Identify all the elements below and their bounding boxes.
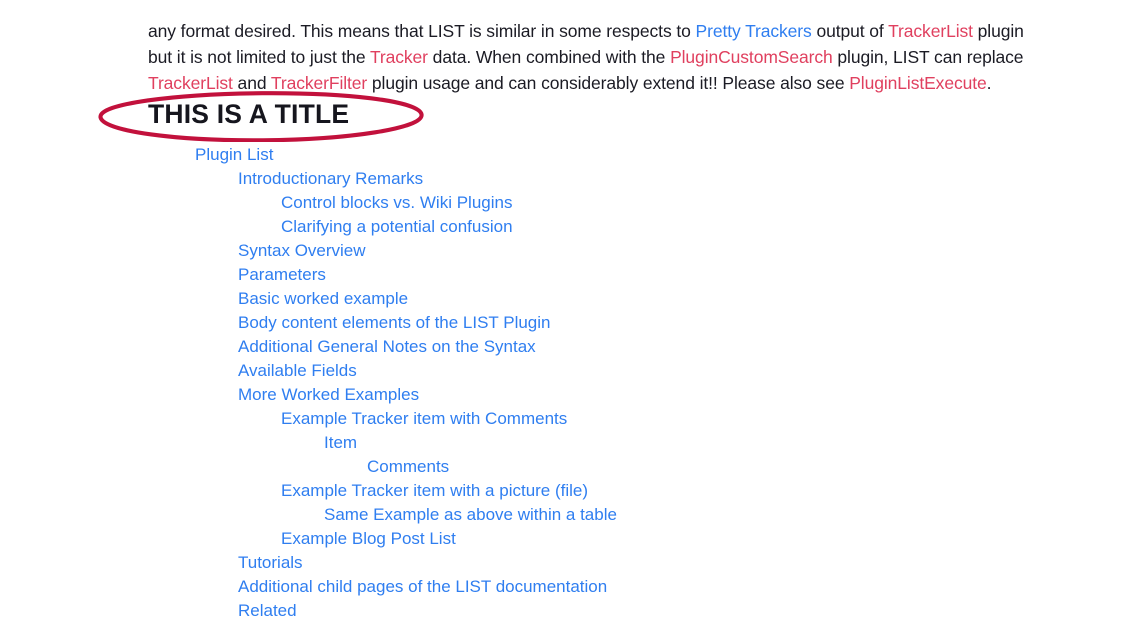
toc-link[interactable]: Clarifying a potential confusion (281, 215, 513, 239)
table-of-contents: Plugin List Introductionary Remarks Contro… (195, 143, 1055, 623)
link-plugincustomsearch[interactable]: PluginCustomSearch (670, 47, 833, 67)
toc-link[interactable]: Example Blog Post List (281, 527, 456, 551)
paragraph-text-segment: plugin, LIST can replace (832, 46, 1024, 67)
title-block: THIS IS A TITLE (96, 90, 436, 142)
toc-link[interactable]: Parameters (238, 263, 326, 287)
link-pretty-trackers[interactable]: Pretty Trackers (696, 21, 812, 41)
link-trackerlist-first[interactable]: TrackerList (888, 21, 973, 41)
toc-link[interactable]: Comments (367, 455, 449, 479)
toc-link[interactable]: Plugin List (195, 143, 273, 167)
link-pluginlistexecute[interactable]: PluginListExecute (849, 73, 987, 93)
paragraph-text-segment: data. When combined with the (427, 46, 671, 67)
toc-link[interactable]: Related (238, 599, 297, 623)
toc-link[interactable]: Same Example as above within a table (324, 503, 617, 527)
toc-link[interactable]: Tutorials (238, 551, 303, 575)
link-tracker[interactable]: Tracker (370, 47, 428, 67)
toc-link[interactable]: Example Tracker item with a picture (fil… (281, 479, 588, 503)
toc-link[interactable]: Body content elements of the LIST Plugin (238, 311, 551, 335)
paragraph-text-segment: plugin usage and can considerably extend… (367, 72, 850, 93)
paragraph-text-segment: any format desired. This means that LIST… (148, 20, 696, 41)
intro-paragraph: any format desired. This means that LIST… (148, 18, 1048, 96)
toc-link[interactable]: Item (324, 431, 357, 455)
paragraph-text-segment: output of (811, 20, 889, 41)
toc-link[interactable]: Control blocks vs. Wiki Plugins (281, 191, 512, 215)
paragraph-text-segment: . (986, 72, 992, 93)
toc-link[interactable]: More Worked Examples (238, 383, 419, 407)
toc-link[interactable]: Syntax Overview (238, 239, 366, 263)
toc-link[interactable]: Additional General Notes on the Syntax (238, 335, 536, 359)
toc-link[interactable]: Additional child pages of the LIST docum… (238, 575, 607, 599)
page-title: THIS IS A TITLE (148, 99, 350, 129)
toc-link[interactable]: Basic worked example (238, 287, 408, 311)
toc-link[interactable]: Example Tracker item with Comments (281, 407, 567, 431)
toc-link[interactable]: Introductionary Remarks (238, 167, 423, 191)
toc-link[interactable]: Available Fields (238, 359, 357, 383)
